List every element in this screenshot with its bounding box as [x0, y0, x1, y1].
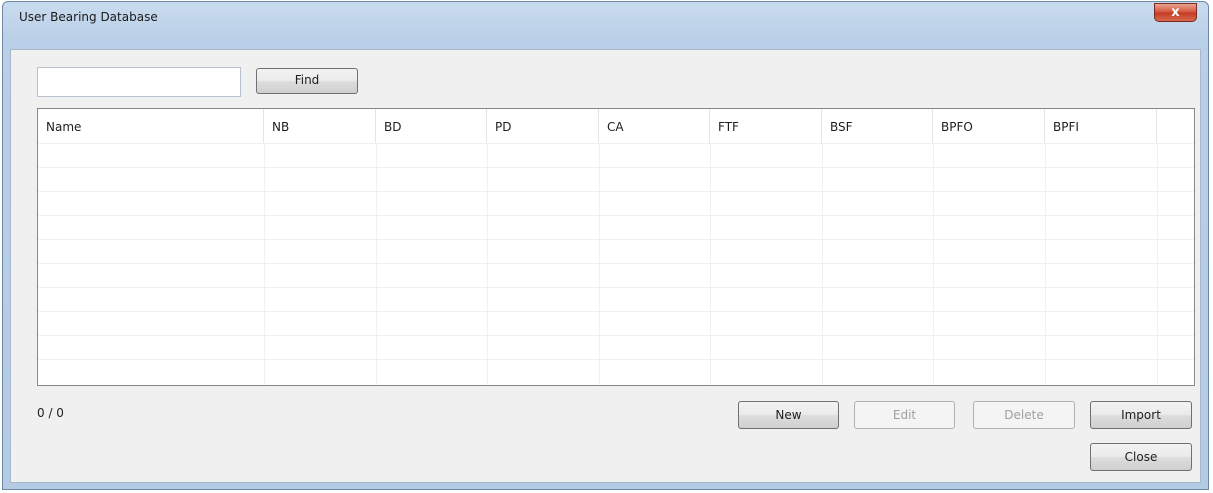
title-bar[interactable]: User Bearing Database x — [3, 2, 1208, 32]
table-body[interactable] — [38, 143, 1194, 385]
column-header-filler — [1157, 109, 1194, 143]
dialog-body: Find Name NB BD PD CA FTF BSF BPFO BPFI — [10, 49, 1201, 483]
column-header-nb[interactable]: NB — [264, 109, 376, 143]
table-row — [38, 239, 1194, 264]
find-button[interactable]: Find — [256, 68, 358, 94]
column-header-bsf[interactable]: BSF — [822, 109, 933, 143]
column-header-pd[interactable]: PD — [487, 109, 599, 143]
new-button[interactable]: New — [738, 401, 839, 429]
table-row — [38, 215, 1194, 240]
close-button[interactable]: Close — [1090, 443, 1192, 471]
import-button[interactable]: Import — [1090, 401, 1192, 429]
column-header-bpfo[interactable]: BPFO — [933, 109, 1045, 143]
column-header-bd[interactable]: BD — [376, 109, 487, 143]
column-header-ca[interactable]: CA — [599, 109, 710, 143]
column-header-name[interactable]: Name — [38, 109, 264, 143]
search-input[interactable] — [37, 67, 241, 97]
table-row — [38, 263, 1194, 288]
column-header-ftf[interactable]: FTF — [710, 109, 822, 143]
delete-button[interactable]: Delete — [973, 401, 1075, 429]
column-header-bpfi[interactable]: BPFI — [1045, 109, 1157, 143]
table-row — [38, 287, 1194, 312]
table-row — [38, 167, 1194, 192]
user-bearing-database-dialog: User Bearing Database x Find Name NB BD … — [2, 1, 1209, 490]
window-title: User Bearing Database — [19, 10, 158, 24]
bearing-table[interactable]: Name NB BD PD CA FTF BSF BPFO BPFI — [37, 108, 1195, 386]
table-row — [38, 335, 1194, 360]
close-icon[interactable]: x — [1154, 3, 1197, 22]
table-row — [38, 311, 1194, 336]
table-row — [38, 143, 1194, 168]
table-header: Name NB BD PD CA FTF BSF BPFO BPFI — [38, 109, 1194, 143]
record-count: 0 / 0 — [37, 406, 64, 420]
table-row — [38, 359, 1194, 384]
edit-button[interactable]: Edit — [854, 401, 955, 429]
table-row — [38, 191, 1194, 216]
